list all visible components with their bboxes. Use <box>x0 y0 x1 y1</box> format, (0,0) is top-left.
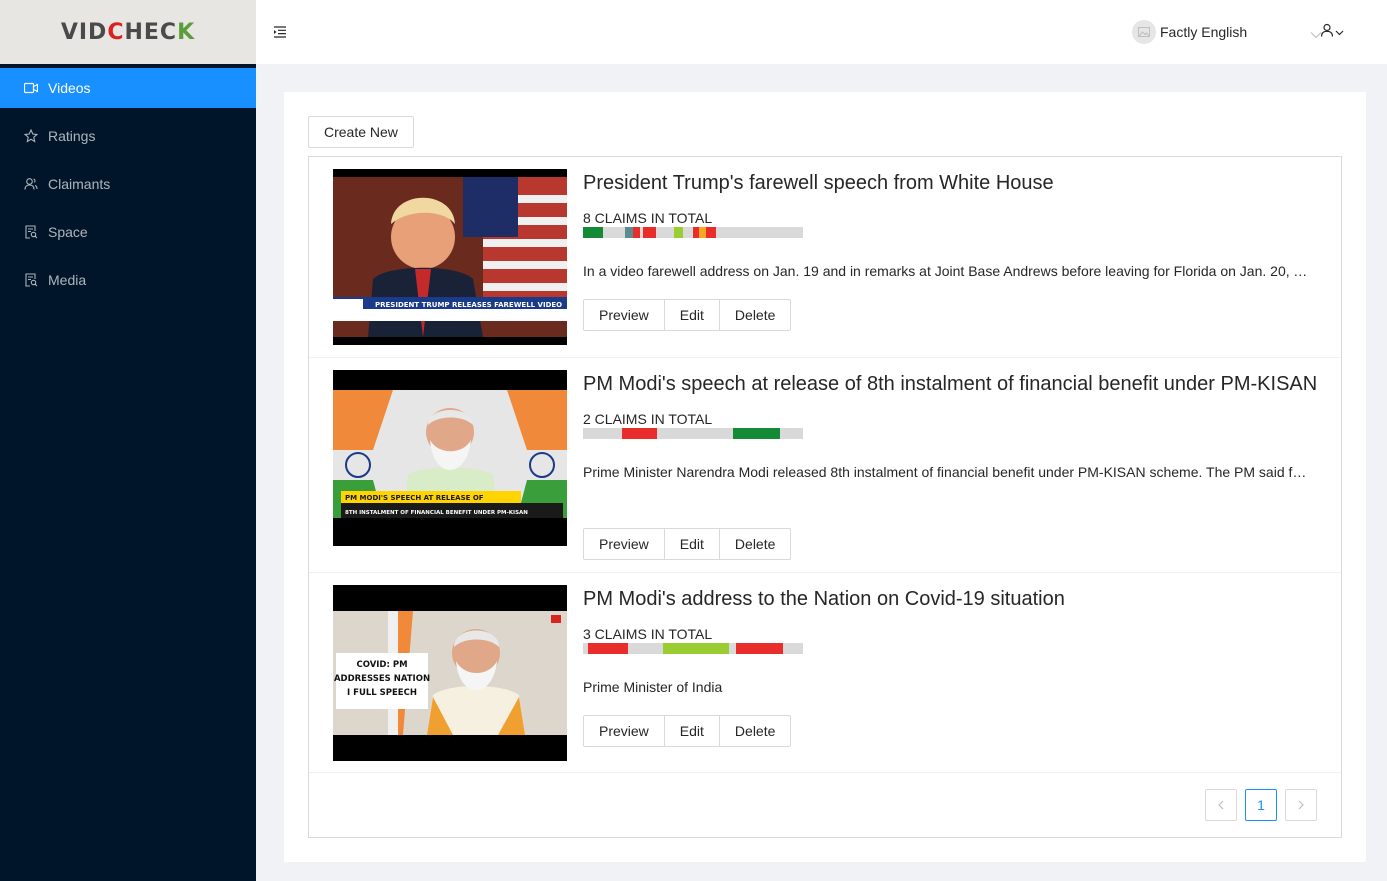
sidebar-item-claimants[interactable]: Claimants <box>0 164 256 204</box>
list-item: PRESIDENT TRUMP RELEASES FAREWELL VIDEO … <box>309 157 1341 358</box>
sidebar-item-media[interactable]: Media <box>0 260 256 300</box>
claims-count: 8 CLAIMS IN TOTAL <box>583 210 713 226</box>
pagination: 1 <box>1197 789 1317 821</box>
create-new-button[interactable]: Create New <box>308 116 414 148</box>
thumbnail-caption-line-2: 8TH INSTALMENT OF FINANCIAL BENEFIT UNDE… <box>345 510 528 516</box>
edit-button[interactable]: Edit <box>663 715 720 747</box>
action-buttons: Preview Edit Delete <box>583 299 792 331</box>
sidebar-item-videos[interactable]: Videos <box>0 68 256 108</box>
claim-segment[interactable] <box>736 643 783 654</box>
claims-rating-bar <box>583 643 803 654</box>
thumbnail-caption: PM MODI'S SPEECH AT RELEASE OF <box>345 494 484 502</box>
video-title[interactable]: President Trump's farewell speech from W… <box>583 169 1323 197</box>
claim-segment[interactable] <box>643 227 656 238</box>
list-item: COVID: PM ADDRESSES NATION I FULL SPEECH… <box>309 573 1341 773</box>
file-search-icon <box>24 273 38 287</box>
sidebar-item-ratings[interactable]: Ratings <box>0 116 256 156</box>
thumbnail-caption: I FULL SPEECH <box>347 688 417 698</box>
list-item: PM MODI'S SPEECH AT RELEASE OF 8TH INSTA… <box>309 358 1341 573</box>
video-thumbnail[interactable]: COVID: PM ADDRESSES NATION I FULL SPEECH <box>333 585 567 761</box>
content-card: Create New PRESIDENT TRUMP RELEASES FARE… <box>284 92 1366 862</box>
claims-count: 3 CLAIMS IN TOTAL <box>583 626 713 642</box>
claim-segment[interactable] <box>588 643 628 654</box>
video-camera-icon <box>24 81 38 95</box>
claim-segment[interactable] <box>699 227 706 238</box>
claim-segment[interactable] <box>625 227 633 238</box>
sidebar: VIDCHECK Videos Ratings Claimants Space <box>0 0 256 881</box>
user-group-icon <box>24 177 38 191</box>
user-menu[interactable] <box>1320 23 1346 42</box>
delete-button[interactable]: Delete <box>718 715 792 747</box>
claims-count: 2 CLAIMS IN TOTAL <box>583 411 713 427</box>
edit-button[interactable]: Edit <box>663 528 720 560</box>
action-buttons: Preview Edit Delete <box>583 715 792 747</box>
page-number[interactable]: 1 <box>1245 789 1277 821</box>
claims-rating-bar <box>583 428 803 439</box>
app-logo: VIDCHECK <box>60 19 196 45</box>
claim-segment[interactable] <box>633 227 640 238</box>
sidebar-item-label: Claimants <box>48 176 111 192</box>
delete-button[interactable]: Delete <box>718 528 792 560</box>
sidebar-item-label: Media <box>48 272 87 288</box>
preview-button[interactable]: Preview <box>583 715 665 747</box>
video-list: PRESIDENT TRUMP RELEASES FAREWELL VIDEO … <box>308 156 1342 838</box>
preview-button[interactable]: Preview <box>583 299 665 331</box>
thumbnail-caption: PRESIDENT TRUMP RELEASES FAREWELL VIDEO <box>375 301 562 309</box>
preview-button[interactable]: Preview <box>583 528 665 560</box>
video-thumbnail[interactable]: PRESIDENT TRUMP RELEASES FAREWELL VIDEO <box>333 169 567 345</box>
claim-segment[interactable] <box>583 227 603 238</box>
sidebar-item-label: Videos <box>48 80 91 96</box>
chevron-left-icon <box>1217 797 1225 813</box>
sidebar-item-space[interactable]: Space <box>0 212 256 252</box>
action-buttons: Preview Edit Delete <box>583 528 792 560</box>
claim-segment[interactable] <box>622 428 657 439</box>
thumbnail-caption: ADDRESSES NATION <box>334 674 430 684</box>
claim-segment[interactable] <box>733 428 780 439</box>
space-name: Factly English <box>1160 24 1248 40</box>
chevron-down-icon <box>1335 23 1344 41</box>
edit-button[interactable]: Edit <box>663 299 720 331</box>
file-search-icon <box>24 225 38 239</box>
sidebar-item-label: Ratings <box>48 128 96 144</box>
claim-segment[interactable] <box>663 643 729 654</box>
video-description: In a video farewell address on Jan. 19 a… <box>583 263 1313 279</box>
top-header: Factly English <box>256 0 1387 64</box>
thumbnail-caption: COVID: PM <box>356 660 407 670</box>
next-page-button[interactable] <box>1285 789 1317 821</box>
menu-fold-icon[interactable] <box>272 24 288 40</box>
video-title[interactable]: PM Modi's speech at release of 8th insta… <box>583 370 1323 398</box>
sidebar-menu: Videos Ratings Claimants Space Media <box>0 68 256 300</box>
logo-container[interactable]: VIDCHECK <box>0 0 256 64</box>
video-details: PM Modi's address to the Nation on Covid… <box>583 585 1323 747</box>
star-icon <box>24 129 38 143</box>
claims-rating-bar <box>583 227 803 238</box>
video-details: PM Modi's speech at release of 8th insta… <box>583 370 1323 560</box>
claim-segment[interactable] <box>674 227 683 238</box>
video-title[interactable]: PM Modi's address to the Nation on Covid… <box>583 585 1323 613</box>
video-thumbnail[interactable]: PM MODI'S SPEECH AT RELEASE OF 8TH INSTA… <box>333 370 567 546</box>
sidebar-item-label: Space <box>48 224 88 240</box>
prev-page-button[interactable] <box>1205 789 1237 821</box>
chevron-right-icon <box>1297 797 1305 813</box>
delete-button[interactable]: Delete <box>718 299 792 331</box>
space-selector[interactable]: Factly English <box>1132 20 1322 44</box>
video-description: Prime Minister of India <box>583 679 723 695</box>
video-description: Prime Minister Narendra Modi released 8t… <box>583 464 1313 480</box>
video-details: President Trump's farewell speech from W… <box>583 169 1323 331</box>
image-placeholder-icon <box>1132 20 1156 44</box>
claim-segment[interactable] <box>706 227 716 238</box>
user-icon <box>1320 23 1334 42</box>
